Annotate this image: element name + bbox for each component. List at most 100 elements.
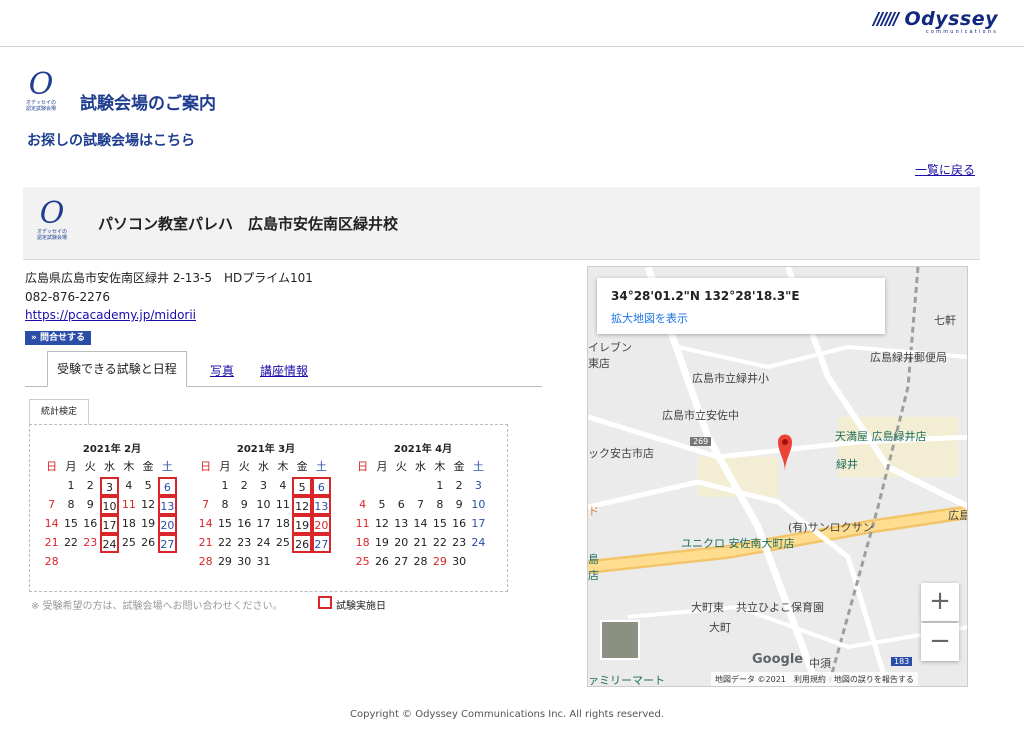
map-place-label: ック安古市店 xyxy=(588,447,654,460)
venue-website-link[interactable]: https://pcacademy.jp/midorii xyxy=(25,308,196,322)
map-place-label: 中須 xyxy=(809,657,831,670)
calendar-day: 11 xyxy=(121,498,136,511)
weekday-label: 木 xyxy=(434,460,446,473)
weekday-label: 火 xyxy=(238,460,250,473)
calendar-day xyxy=(196,477,215,496)
month-apr: 2021年 4月 日 月 火 水 木 金 土 1 2 3 4 5 6 7 8 9… xyxy=(353,440,493,572)
exam-type-tab[interactable]: 統計検定 xyxy=(29,399,89,425)
calendar-day: 7 xyxy=(48,498,56,511)
calendar-day: 8 xyxy=(67,498,75,511)
map-place-label: 大町東 xyxy=(691,601,724,614)
embedded-map[interactable]: 広島市立緑井小 七軒 イレブン 東店 広島緑井郵便局 広島市立安佐中 269 天… xyxy=(587,266,968,687)
logo-o-icon: O xyxy=(39,196,65,231)
back-to-list-link[interactable]: 一覧に戻る xyxy=(915,161,975,178)
map-place-label: 広島 xyxy=(948,509,968,522)
tab-photos[interactable]: 写真 xyxy=(210,362,234,379)
calendar-day: 8 xyxy=(221,498,229,511)
map-place-label: 島 xyxy=(588,553,599,566)
calendar-day: 25 xyxy=(121,536,136,549)
calendar-day: 30 xyxy=(452,555,467,568)
calendar-day: 28 xyxy=(198,555,213,568)
calendar-day: 10 xyxy=(256,498,271,511)
calendar-day: 27 xyxy=(394,555,409,568)
calendar-day: 5 xyxy=(144,479,152,492)
calendar-day: 16 xyxy=(452,517,467,530)
month-title: 2021年 2月 xyxy=(82,444,142,455)
calendar-day: 22 xyxy=(432,536,447,549)
calendar-day xyxy=(353,477,372,496)
zoom-out-button[interactable]: − xyxy=(921,623,959,661)
exam-day: 20 xyxy=(311,515,332,534)
weekday-label: 日 xyxy=(200,460,212,473)
calendar-day: 21 xyxy=(198,536,213,549)
calendar-grid: 日 月 火 水 木 金 土 1 2 3 4 5 6 7 8 9 10 11 12… xyxy=(196,458,336,572)
weekday-label: 日 xyxy=(357,460,369,473)
weekday-label: 月 xyxy=(219,460,231,473)
page-title: 試験会場のご案内 xyxy=(80,94,216,114)
weekday-label: 水 xyxy=(104,460,116,473)
month-title: 2021年 3月 xyxy=(236,444,296,455)
map-place-label: 店 xyxy=(588,569,599,582)
calendar-day: 25 xyxy=(275,536,290,549)
tab-course-info[interactable]: 講座情報 xyxy=(260,362,308,379)
exam-day: 12 xyxy=(292,496,312,515)
calendar-day: 5 xyxy=(378,498,386,511)
map-enlarge-link[interactable]: 拡大地図を表示 xyxy=(611,310,688,326)
calendar-day: 9 xyxy=(86,498,94,511)
calendar-day: 10 xyxy=(471,498,486,511)
top-header: Odyssey communications xyxy=(0,0,1024,47)
logo-o-icon: O xyxy=(28,67,54,102)
calendar-day: 14 xyxy=(413,517,428,530)
calendar-day: 9 xyxy=(455,498,463,511)
inquiry-button[interactable]: » 問合せする xyxy=(25,331,91,345)
map-place-label: 七軒 xyxy=(934,314,956,327)
calendar-day: 18 xyxy=(121,517,136,530)
map-place-label: 共立ひよこ保育園 xyxy=(736,601,824,614)
map-place-label: 天満屋 広島緑井店 xyxy=(835,430,927,443)
weekday-label: 火 xyxy=(395,460,407,473)
month-title: 2021年 4月 xyxy=(393,444,453,455)
weekday-label: 木 xyxy=(123,460,135,473)
calendar-day: 14 xyxy=(198,517,213,530)
exam-day: 20 xyxy=(157,515,178,534)
calendar-day: 21 xyxy=(413,536,428,549)
calendar-day: 23 xyxy=(237,536,252,549)
calendar-day xyxy=(392,477,411,496)
weekday-label: 金 xyxy=(453,460,465,473)
zoom-in-button[interactable]: + xyxy=(921,583,959,621)
exam-day: 24 xyxy=(99,534,120,553)
route-badge: 269 xyxy=(690,437,712,446)
calendar-day: 12 xyxy=(141,498,156,511)
calendar-day: 19 xyxy=(141,517,156,530)
calendar-day: 15 xyxy=(217,517,232,530)
calendar-day: 15 xyxy=(63,517,78,530)
map-place-label: ユニクロ 安佐南大町店 xyxy=(681,537,795,550)
map-place-label: 大町 xyxy=(709,621,731,634)
map-place-label: イレブン xyxy=(588,341,632,354)
calendar-day: 11 xyxy=(275,498,290,511)
calendar-day: 2 xyxy=(86,479,94,492)
weekday-label: 木 xyxy=(277,460,289,473)
venue-address: 広島県広島市安佐南区緑井 2-13-5 HDプライム101 xyxy=(25,271,313,285)
calendar-day: 15 xyxy=(432,517,447,530)
calendar-day: 23 xyxy=(452,536,467,549)
calendar-day: 29 xyxy=(217,555,232,568)
map-place-label: 広島市立安佐中 xyxy=(662,409,739,422)
tab-exams-schedule[interactable]: 受験できる試験と日程 xyxy=(47,351,187,387)
brand-text: Odyssey communications xyxy=(904,8,998,36)
footer-copyright: Copyright © Odyssey Communications Inc. … xyxy=(350,709,664,720)
calendar-day xyxy=(411,477,430,496)
weekday-label: 金 xyxy=(142,460,154,473)
calendar-day: 16 xyxy=(237,517,252,530)
calendar-day: 16 xyxy=(83,517,98,530)
map-attribution[interactable]: 地図データ ©2021 利用規約 地図の誤りを報告する xyxy=(711,672,918,686)
brand-name: Odyssey xyxy=(904,8,998,30)
venue-program-logo: O オデッセイの 認定試験会場 xyxy=(26,67,56,113)
calendar-day: 9 xyxy=(240,498,248,511)
calendar-day: 3 xyxy=(474,479,482,492)
satellite-toggle[interactable] xyxy=(600,620,640,660)
calendar-day: 7 xyxy=(417,498,425,511)
exam-day: 27 xyxy=(311,534,332,553)
calendar-day: 7 xyxy=(202,498,210,511)
weekday-label: 金 xyxy=(296,460,308,473)
